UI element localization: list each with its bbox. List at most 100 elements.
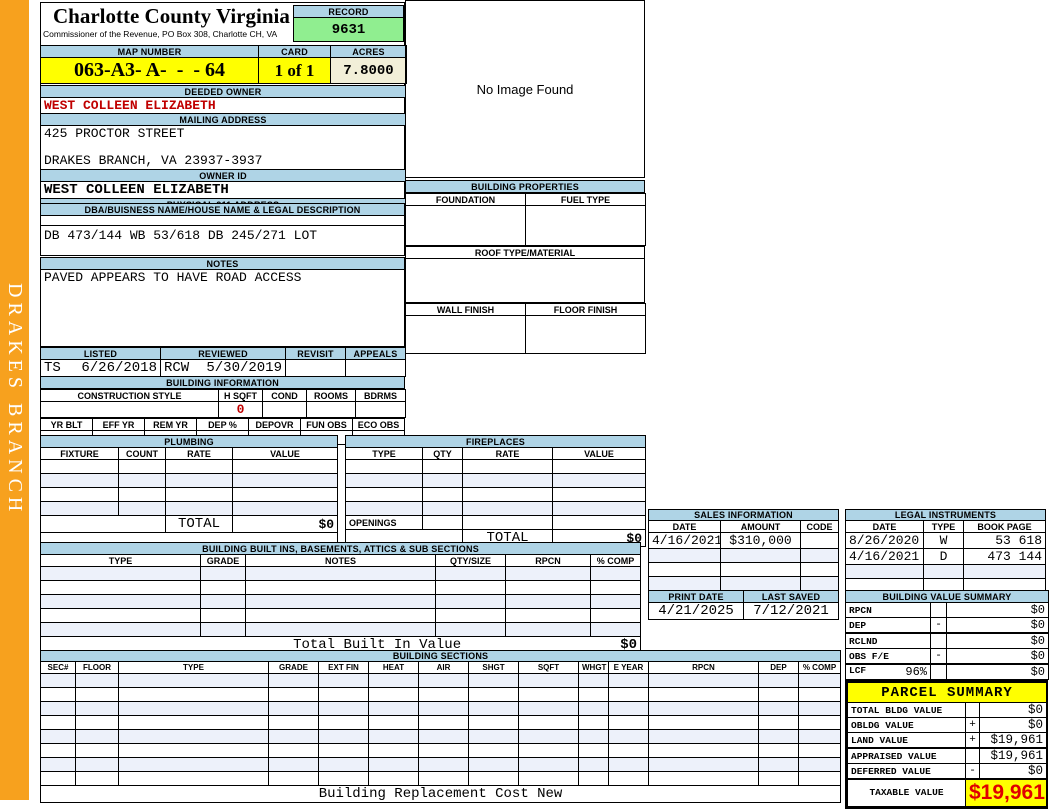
cell (589, 594, 642, 609)
cell (318, 729, 369, 744)
book-page-label: BOOK PAGE (962, 520, 1047, 533)
parcel-op: - (965, 763, 980, 780)
cell (518, 673, 579, 688)
parcel-value: $0 (978, 702, 1048, 718)
empty-row (40, 501, 339, 516)
count-label: COUNT (118, 447, 166, 460)
cell (75, 673, 119, 688)
sales-row: 4/16/2021 $310,000 (648, 532, 840, 549)
commissioner-address-line: Commissioner of the Revenue, PO Box 308,… (43, 29, 278, 39)
legal-instruments-title: LEGAL INSTRUMENTS (844, 509, 1047, 521)
cell (40, 594, 201, 609)
cell (578, 771, 609, 786)
floor-finish-value (525, 315, 646, 354)
dep-label: DEP (758, 661, 799, 674)
cell (758, 701, 799, 716)
no-image-text: No Image Found (476, 81, 574, 97)
parcel-row: OBLDG VALUE + $0 (847, 717, 1048, 733)
rpcn-label: RPCN (648, 661, 759, 674)
mailing-address-line1: 425 PROCTOR STREET (44, 126, 185, 142)
extfin-label: EXT FIN (318, 661, 369, 674)
cell (518, 771, 579, 786)
cell (418, 771, 469, 786)
cell (758, 757, 799, 772)
legal-description-value: DB 473/144 WB 53/618 DB 245/271 LOT (40, 215, 405, 256)
parcel-row: LAND VALUE + $19,961 (847, 732, 1048, 749)
cell (345, 501, 423, 516)
bvs-row: RCLND $0 (845, 632, 1050, 649)
cell (165, 501, 233, 516)
air-label: AIR (418, 661, 469, 674)
cell (758, 771, 799, 786)
lcf-label: LCF (849, 665, 867, 676)
notes-value: PAVED APPEARS TO HAVE ROAD ACCESS (40, 269, 405, 347)
legal-description-section: DBA/BUISNESS NAME/HOUSE NAME & LEGAL DES… (40, 203, 405, 256)
whgt-label: WHGT (578, 661, 609, 674)
mailing-address-label: MAILING ADDRESS (40, 113, 406, 126)
listed-value: TS 6/26/2018 (40, 359, 161, 377)
parcel-value: $0 (978, 763, 1048, 780)
floor-label: FLOOR (75, 661, 119, 674)
building-information-title: BUILDING INFORMATION (40, 376, 405, 389)
value-label: VALUE (551, 447, 647, 460)
amount-label: AMOUNT (720, 520, 801, 533)
parcel-value: $19,961 (978, 747, 1048, 764)
cell (165, 459, 233, 474)
cell (118, 687, 269, 702)
empty-row (345, 501, 647, 516)
parcel-row: TOTAL BLDG VALUE $0 (847, 702, 1048, 718)
cell (518, 687, 579, 702)
empty-row (40, 580, 642, 595)
cell (468, 715, 519, 730)
empty-row (345, 487, 647, 502)
sqft-label: SQFT (518, 661, 579, 674)
fireplaces-section: FIREPLACES TYPE QTY RATE VALUE OPENINGS … (344, 435, 647, 547)
cell (268, 715, 319, 730)
cell (75, 687, 119, 702)
cell (118, 673, 269, 688)
cell (578, 743, 609, 758)
cell (551, 459, 647, 474)
cell (505, 594, 591, 609)
depovr-label: DEPOVR (248, 418, 301, 431)
cell (797, 743, 842, 758)
empty-row (40, 473, 339, 488)
owner-id-label: OWNER ID (40, 169, 406, 182)
bvs-label: RPCN (845, 602, 931, 618)
deeded-owner-label: DEEDED OWNER (40, 85, 406, 98)
cell (40, 743, 76, 758)
bvs-op (930, 663, 947, 680)
map-number-value: 063-A3- A- - - 64 (40, 57, 259, 84)
cell (368, 673, 419, 688)
building-value-summary-section: BUILDING VALUE SUMMARY RPCN $0 DEP - $0 … (844, 590, 1050, 680)
cell (40, 501, 119, 516)
cell (797, 687, 842, 702)
cell (518, 743, 579, 758)
legal-description-label: DBA/BUISNESS NAME/HOUSE NAME & LEGAL DES… (40, 203, 405, 216)
cell (368, 715, 419, 730)
cell (118, 701, 269, 716)
cell (578, 757, 609, 772)
parcel-row: APPRAISED VALUE $19,961 (847, 747, 1048, 764)
wall-finish-value (405, 315, 526, 354)
cell (40, 715, 76, 730)
cell (418, 757, 469, 772)
openings-label: OPENINGS (345, 515, 423, 530)
cell (40, 487, 119, 502)
instrument-date: 4/16/2021 (845, 548, 924, 565)
cell (518, 757, 579, 772)
mailing-address-value: 425 PROCTOR STREET DRAKES BRANCH, VA 239… (40, 125, 406, 170)
cell (245, 580, 436, 595)
cell (75, 771, 119, 786)
code-label: CODE (799, 520, 840, 533)
notes-label: NOTES (245, 554, 436, 567)
bvs-value: $0 (945, 632, 1050, 649)
cell (118, 501, 166, 516)
cell (518, 701, 579, 716)
empty-row (40, 687, 842, 702)
built-ins-section: BUILDING BUILT INS, BASEMENTS, ATTICS & … (39, 542, 642, 654)
cell (578, 673, 609, 688)
bvs-value: $0 (945, 617, 1050, 634)
cell (648, 729, 759, 744)
sales-information-section: SALES INFORMATION DATE AMOUNT CODE 4/16/… (647, 509, 840, 591)
